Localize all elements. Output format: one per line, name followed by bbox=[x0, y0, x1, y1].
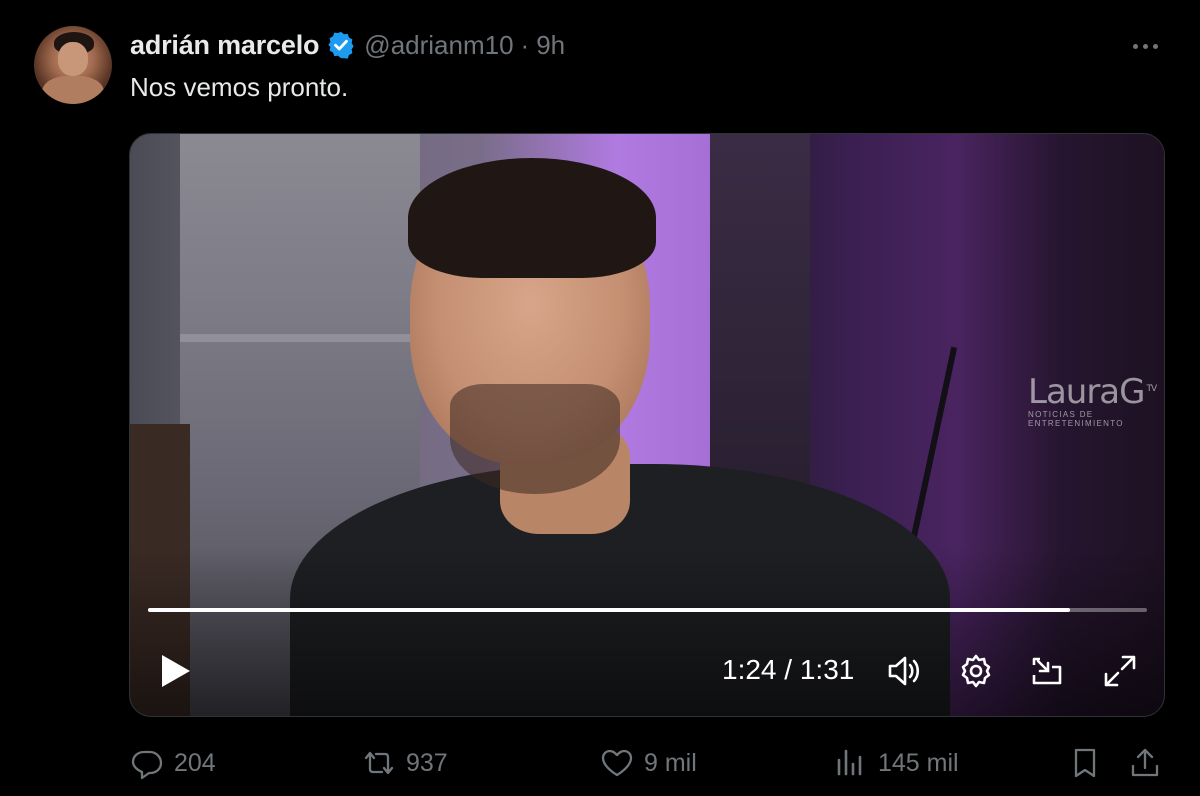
share-icon bbox=[1131, 748, 1159, 777]
video-watermark: LauraG TV NOTICIAS DE ENTRETENIMIENTO bbox=[1028, 372, 1157, 428]
bookmark-button[interactable] bbox=[1068, 746, 1102, 780]
avatar-face bbox=[58, 42, 88, 76]
video-timecode: 1:24 / 1:31 bbox=[722, 654, 855, 685]
tweet-header: adrián marcelo @adrianm10 · 9h bbox=[130, 28, 565, 62]
verified-badge-icon bbox=[326, 30, 356, 60]
repost-icon bbox=[364, 751, 394, 775]
reply-icon bbox=[131, 750, 163, 780]
share-button[interactable] bbox=[1128, 746, 1162, 780]
tweet: adrián marcelo @adrianm10 · 9h Nos vemos… bbox=[0, 0, 1200, 796]
avatar[interactable] bbox=[34, 26, 112, 104]
video-progress-bar[interactable] bbox=[148, 608, 1147, 612]
views-button[interactable]: 145 mil bbox=[834, 746, 959, 780]
view-count: 145 mil bbox=[878, 748, 959, 777]
tweet-text: Nos vemos pronto. bbox=[130, 72, 349, 102]
bookmark-icon bbox=[1074, 748, 1096, 778]
play-icon[interactable] bbox=[158, 652, 194, 690]
more-options-icon[interactable] bbox=[1128, 36, 1162, 56]
reply-button[interactable]: 204 bbox=[130, 746, 216, 780]
video-progress-fill bbox=[148, 608, 1071, 612]
author-name[interactable]: adrián marcelo bbox=[130, 30, 319, 61]
views-icon bbox=[837, 749, 862, 776]
author-handle[interactable]: @adrianm10 bbox=[364, 30, 513, 61]
reply-count: 204 bbox=[174, 748, 216, 777]
like-button[interactable]: 9 mil bbox=[600, 746, 697, 780]
settings-icon[interactable] bbox=[956, 651, 996, 691]
heart-icon bbox=[601, 749, 633, 777]
volume-icon[interactable] bbox=[884, 651, 924, 691]
fullscreen-icon[interactable] bbox=[1100, 651, 1140, 691]
avatar-body bbox=[42, 76, 104, 104]
tweet-actions: 204 937 9 mil 145 mil bbox=[0, 742, 1200, 786]
picture-in-picture-icon[interactable] bbox=[1028, 651, 1068, 691]
tweet-time[interactable]: 9h bbox=[536, 30, 565, 61]
video-player[interactable]: LauraG TV NOTICIAS DE ENTRETENIMIENTO 1:2… bbox=[129, 133, 1165, 717]
like-count: 9 mil bbox=[644, 748, 697, 777]
repost-count: 937 bbox=[406, 748, 448, 777]
repost-button[interactable]: 937 bbox=[362, 746, 448, 780]
header-separator: · bbox=[520, 29, 530, 60]
